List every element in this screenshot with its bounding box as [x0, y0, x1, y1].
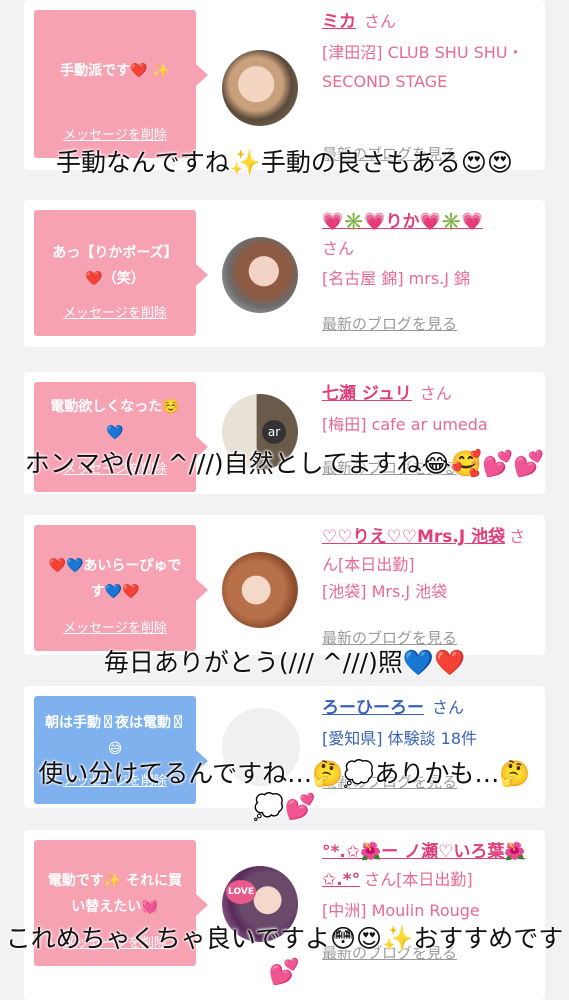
member-location: [梅田] cafe ar umeda: [322, 415, 488, 434]
message-text: 電動です✨ それに買い替えたい💓: [47, 873, 183, 915]
message-text: ❤️💙あいらーぴゅです💙❤️: [48, 558, 182, 600]
member-name-link[interactable]: ろーひーろー: [322, 698, 424, 718]
latest-blog-link[interactable]: 最新のブログを見る: [322, 314, 457, 334]
message-card: あっ【りかポーズ】❤️（笑） メッセージを削除 💗✳️💗りか💗✳️💗 さん [名…: [24, 200, 545, 347]
avatar[interactable]: [222, 552, 298, 628]
member-name-link[interactable]: ♡♡りえ♡♡Mrs.J 池袋: [322, 527, 505, 547]
overlay-caption: 使い分けてるんですね…🤔💭ありかも…🤔💭💕: [38, 759, 531, 821]
member-name-link[interactable]: 💗✳️💗りか💗✳️💗: [322, 212, 483, 232]
message-card: ❤️💙あいらーぴゅです💙❤️ メッセージを削除 ♡♡りえ♡♡Mrs.J 池袋 さん…: [24, 515, 545, 655]
honorific: さん: [419, 384, 452, 403]
delete-message-link[interactable]: メッセージを削除: [34, 621, 196, 637]
member-location: [池袋] Mrs.J 池袋: [322, 582, 448, 601]
shop-logo-badge: ar: [262, 420, 286, 444]
member-name-link[interactable]: ミカ: [322, 12, 356, 32]
overlay-caption: これめちゃくちゃ良いですよ😳😍✨おすすめです💕: [5, 924, 564, 986]
love-badge: LOVE: [226, 880, 256, 904]
message-text: あっ【りかポーズ】❤️（笑）: [52, 245, 178, 287]
member-location: [名古屋 錦] mrs.J 錦: [322, 269, 471, 288]
message-bubble: あっ【りかポーズ】❤️（笑） メッセージを削除: [34, 210, 208, 336]
overlay-caption: 毎日ありがとう(/// ^///)照💙❤️: [103, 648, 466, 677]
overlay-caption: 手動なんですね✨手動の良さもある😍😍: [55, 148, 513, 177]
member-location: [愛知県] 体験談 18件: [322, 729, 478, 748]
delete-message-link[interactable]: メッセージを削除: [34, 128, 196, 144]
delete-message-link[interactable]: メッセージを削除: [34, 306, 196, 322]
avatar[interactable]: [222, 237, 298, 313]
honorific: さん[本日出勤]: [364, 870, 473, 889]
overlay-caption: ホンマや(/// ^///)自然としてますね😂🥰💕💕: [24, 449, 545, 478]
message-bubble: 手動派です❤️ ✨ メッセージを削除: [34, 10, 208, 158]
member-location: [中洲] Moulin Rouge: [322, 901, 480, 920]
message-bubble: ❤️💙あいらーぴゅです💙❤️ メッセージを削除: [34, 525, 208, 651]
message-text: 朝は手動〿夜は電動〿😅: [45, 715, 185, 757]
honorific: さん: [432, 698, 465, 717]
avatar[interactable]: [222, 50, 298, 126]
member-name-link[interactable]: 七瀬 ジュリ: [322, 384, 412, 404]
message-card: 手動派です❤️ ✨ メッセージを削除 ミカ さん [津田沼] CLUB SHU S…: [24, 0, 545, 170]
latest-blog-link[interactable]: 最新のブログを見る: [322, 628, 457, 648]
message-text: 手動派です❤️ ✨: [60, 63, 170, 79]
message-text: 電動欲しくなった☺️💙: [50, 399, 180, 441]
honorific: さん: [322, 239, 355, 258]
honorific: さん: [364, 12, 397, 31]
member-location: [津田沼] CLUB SHU SHU・SECOND STAGE: [322, 43, 524, 91]
